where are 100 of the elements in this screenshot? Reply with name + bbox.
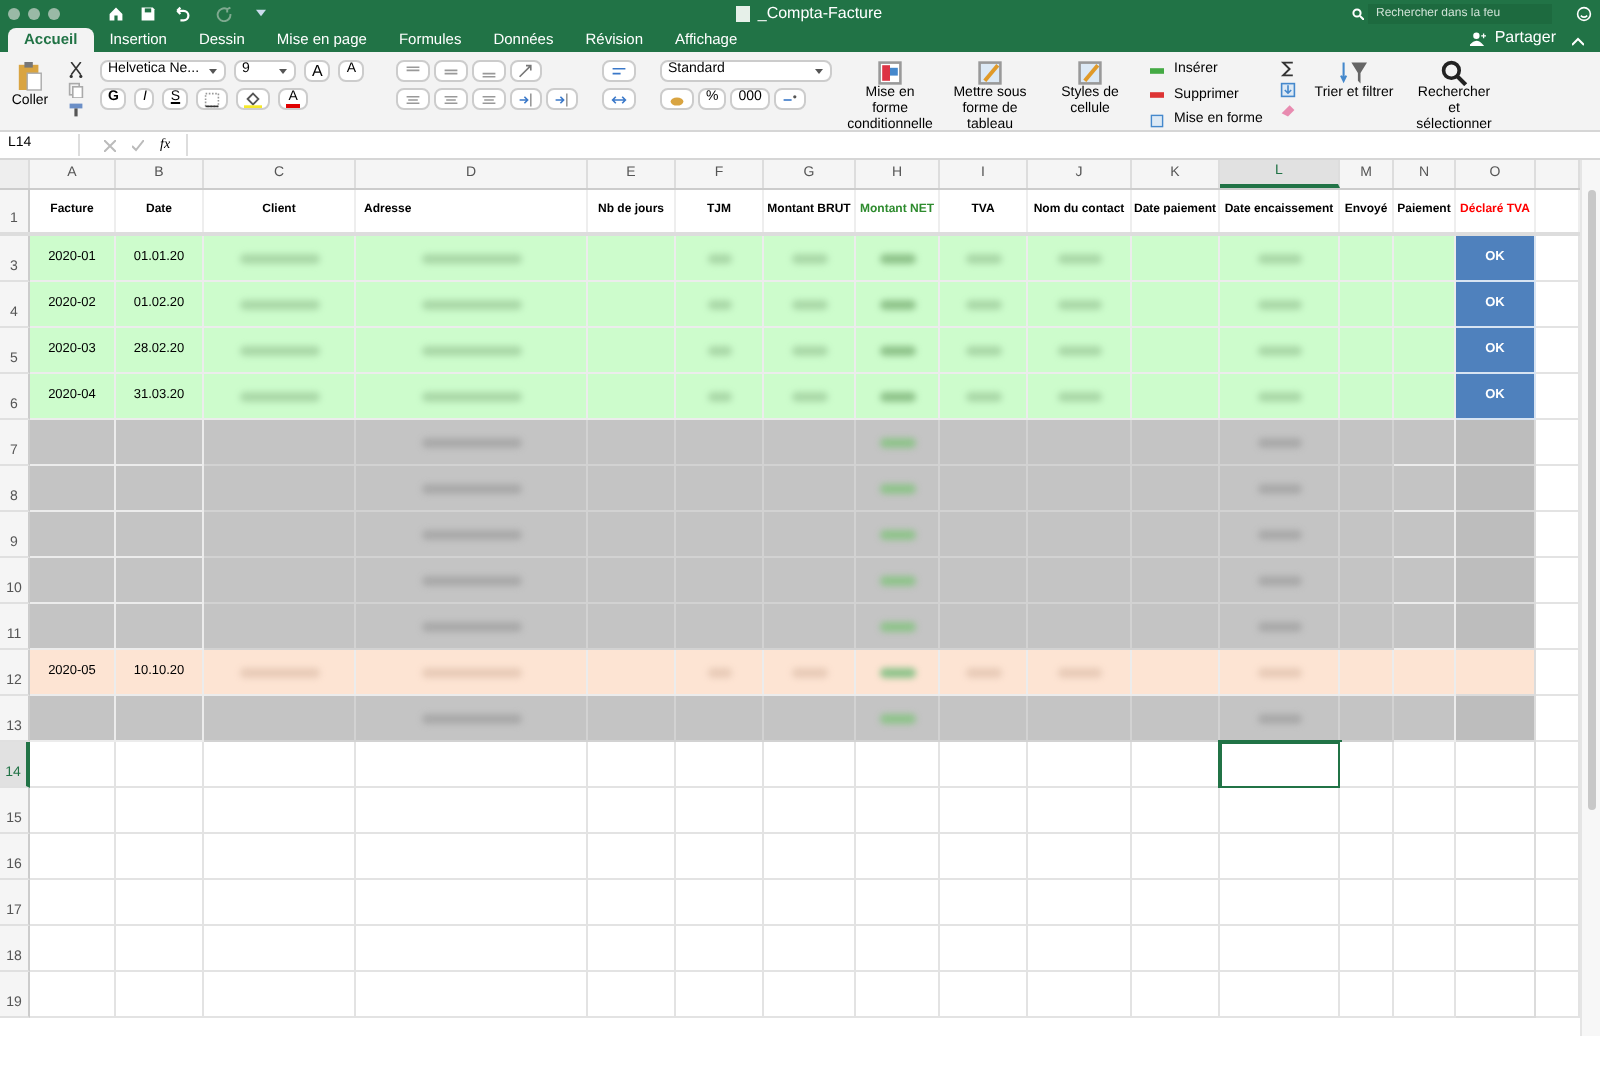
align-button[interactable] — [396, 88, 431, 110]
currency-button[interactable] — [660, 88, 695, 110]
collapse-icon[interactable] — [1572, 36, 1584, 46]
blurred-text — [791, 667, 827, 677]
table-cell — [30, 788, 116, 834]
blurred-text — [879, 437, 915, 447]
fill-color-button[interactable] — [236, 88, 271, 110]
table-cell — [764, 880, 856, 926]
blurred-text — [879, 529, 915, 539]
scroll-thumb[interactable] — [1587, 190, 1595, 810]
save-icon[interactable] — [140, 5, 156, 21]
selected-cell[interactable] — [1220, 742, 1340, 788]
table-cell — [1394, 788, 1456, 834]
table-cell — [116, 420, 204, 466]
table-cell — [676, 742, 764, 788]
table-cell — [676, 972, 764, 1018]
align-button[interactable] — [472, 60, 507, 82]
table-cell — [1456, 880, 1536, 926]
maximize-window-icon[interactable] — [48, 7, 60, 19]
magnifier-icon — [1440, 60, 1469, 86]
table-cell — [1394, 512, 1456, 558]
table-cell — [1394, 466, 1456, 512]
table-cell — [116, 834, 204, 880]
blurred-text — [879, 483, 915, 493]
caret-icon — [208, 66, 218, 76]
table-cell — [676, 696, 764, 742]
table-cell — [1340, 788, 1394, 834]
table-cell — [1456, 972, 1536, 1018]
table-cell — [588, 880, 676, 926]
sort-filter-icon — [1340, 60, 1369, 86]
table-cell — [1340, 742, 1394, 788]
blurred-text — [421, 575, 521, 585]
table-cell — [764, 926, 856, 972]
minimize-window-icon[interactable] — [28, 7, 40, 19]
blurred-text — [239, 391, 319, 401]
search-icon — [1352, 7, 1364, 19]
format-painter-icon — [68, 102, 84, 118]
table-cell — [1394, 834, 1456, 880]
share-button[interactable]: Partager — [1470, 26, 1556, 50]
blurred-text — [421, 529, 521, 539]
blurred-text — [879, 391, 915, 401]
table-cell — [940, 972, 1028, 1018]
table-cell — [856, 972, 940, 1018]
blurred-text — [1057, 299, 1101, 309]
smiley-icon[interactable] — [1576, 5, 1592, 21]
home-icon[interactable] — [108, 5, 124, 21]
table-cell — [1340, 880, 1394, 926]
increase-decimal-button[interactable] — [773, 88, 806, 110]
conditional-format-icon — [876, 60, 905, 86]
align-lines-icon — [442, 91, 461, 107]
blurred-text — [1257, 483, 1301, 493]
align-button[interactable] — [434, 60, 469, 82]
table-cell — [1394, 696, 1456, 742]
sum-icon — [1280, 60, 1297, 78]
table-cell — [116, 466, 204, 512]
table-cell — [1132, 788, 1220, 834]
table-cell — [1132, 834, 1220, 880]
table-cell — [30, 420, 116, 466]
scrollbar[interactable] — [1580, 160, 1600, 1036]
blurred-text — [965, 299, 1001, 309]
orientation-button[interactable] — [510, 60, 543, 82]
table-cell — [1340, 834, 1394, 880]
close-window-icon[interactable] — [8, 7, 20, 19]
undo-icon[interactable] — [172, 5, 192, 21]
table-cell — [856, 742, 940, 788]
borders-button[interactable] — [196, 88, 229, 110]
table-cell — [940, 880, 1028, 926]
blurred-text — [239, 667, 319, 677]
align-button[interactable] — [396, 60, 431, 82]
merge-button[interactable] — [602, 88, 637, 110]
blurred-text — [879, 253, 915, 263]
paint-bucket-icon — [244, 90, 263, 108]
grow-font-button[interactable]: A — [304, 60, 331, 82]
align-button[interactable] — [434, 88, 469, 110]
table-cell — [1394, 880, 1456, 926]
merge-icon — [610, 91, 629, 107]
table-cell — [30, 926, 116, 972]
table-cell — [1132, 880, 1220, 926]
blurred-text — [707, 667, 731, 677]
table-cell — [1028, 742, 1132, 788]
blurred-text — [421, 621, 521, 631]
table-cell — [1394, 926, 1456, 972]
table-cell — [588, 788, 676, 834]
table-cell — [1394, 420, 1456, 466]
wrap-text-button[interactable] — [602, 60, 637, 82]
table-cell — [1456, 742, 1536, 788]
blurred-text — [1257, 575, 1301, 585]
blurred-text — [1257, 253, 1301, 263]
dropdown-icon[interactable] — [256, 8, 266, 18]
align-button[interactable] — [472, 88, 507, 110]
table-cell — [1028, 880, 1132, 926]
document-icon — [735, 5, 750, 21]
table-cell — [30, 558, 116, 604]
indent-button[interactable] — [546, 88, 579, 110]
table-cell — [1456, 696, 1536, 742]
indent-button[interactable] — [510, 88, 543, 110]
table-cell — [1456, 604, 1536, 650]
caret-icon — [814, 66, 825, 76]
blurred-text — [879, 667, 915, 677]
table-cell — [1028, 604, 1132, 650]
